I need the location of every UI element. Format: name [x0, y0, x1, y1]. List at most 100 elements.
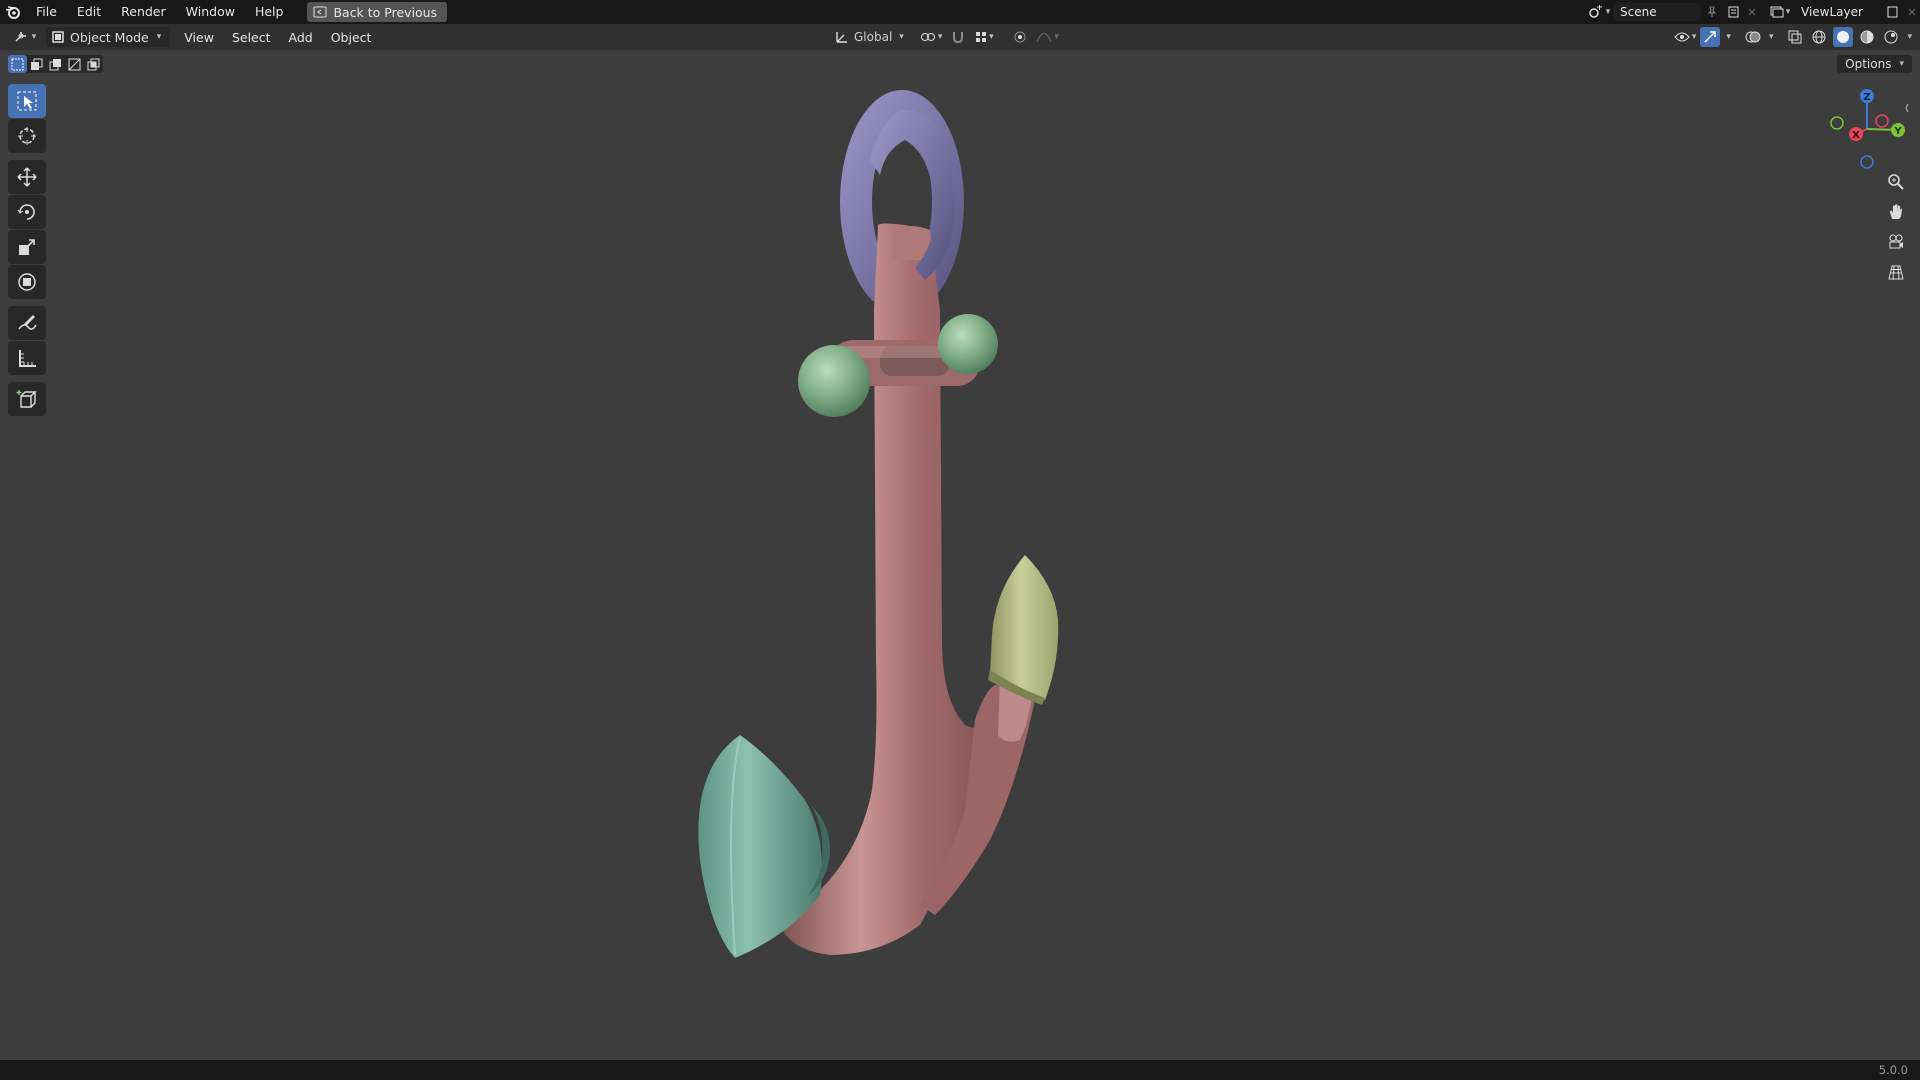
transform-icon: [18, 273, 36, 291]
orientation-icon: [836, 32, 847, 43]
cursor-icon: [18, 127, 36, 145]
shading-material[interactable]: [1857, 27, 1877, 47]
shading-wireframe[interactable]: [1809, 27, 1829, 47]
scene-field[interactable]: Scene: [1614, 3, 1701, 21]
back-icon: [313, 6, 327, 18]
scene-name: Scene: [1620, 5, 1657, 19]
wireframe-sphere-icon: [1812, 30, 1826, 44]
tool-rotate[interactable]: [8, 195, 46, 229]
object-mode-icon: [52, 31, 64, 43]
transform-controls: Global ▾ ▾ ▾ ▾: [835, 24, 1059, 50]
selection-mode-group: [8, 55, 103, 73]
menu-file[interactable]: File: [26, 0, 67, 24]
workspace-selectors: ▾ Scene ✕ ▾ ViewLayer ✕: [1584, 0, 1920, 24]
gizmo-neg-y[interactable]: [1830, 116, 1844, 130]
select-extend-icon: [31, 58, 43, 70]
mode-label: Object Mode: [70, 29, 149, 45]
options-label: Options: [1845, 57, 1892, 71]
overlays-dropdown-icon[interactable]: ▾: [1769, 32, 1774, 42]
shading-dropdown-icon[interactable]: ▾: [1907, 32, 1912, 42]
select-intersect-icon: [87, 58, 100, 70]
navigation-gizmo[interactable]: Z Y X: [1822, 84, 1912, 174]
shading-solid[interactable]: [1833, 27, 1854, 47]
scale-icon: [19, 239, 35, 255]
pin-icon[interactable]: [1701, 2, 1723, 22]
perspective-toggle-button[interactable]: [1882, 258, 1910, 286]
gizmo-neg-z[interactable]: [1860, 155, 1874, 169]
grid-icon: [1888, 265, 1904, 280]
pivot-point-dropdown[interactable]: ▾: [920, 27, 942, 47]
menu-edit[interactable]: Edit: [67, 0, 111, 24]
tool-select-box[interactable]: [8, 84, 46, 118]
zoom-icon: [1888, 174, 1904, 190]
scene-type-icon[interactable]: ▾: [1584, 2, 1614, 22]
proportional-edit-toggle[interactable]: [1010, 27, 1030, 47]
measure-icon: [19, 350, 36, 367]
snap-target-dropdown[interactable]: ▾: [974, 27, 994, 47]
zoom-button[interactable]: [1882, 168, 1910, 196]
rendered-sphere-icon: [1884, 30, 1898, 44]
version-label: 5.0.0: [1878, 1063, 1908, 1077]
select-new-mode[interactable]: [8, 55, 27, 73]
gizmo-icon: [1704, 31, 1717, 43]
options-dropdown[interactable]: Options ▾: [1837, 55, 1912, 73]
orientation-dropdown[interactable]: Global ▾: [835, 27, 904, 47]
orientation-label: Global: [854, 30, 893, 44]
falloff-icon: [1036, 33, 1052, 43]
view-layer-field[interactable]: ViewLayer: [1795, 3, 1882, 21]
xray-icon: [1788, 30, 1802, 44]
menu-select[interactable]: Select: [223, 30, 280, 45]
tool-measure[interactable]: [8, 341, 46, 375]
shading-rendered[interactable]: [1881, 27, 1901, 47]
material-sphere-icon: [1860, 30, 1874, 44]
new-view-layer-icon[interactable]: [1882, 2, 1904, 22]
select-intersect-mode[interactable]: [84, 55, 103, 73]
select-extend-mode[interactable]: [27, 55, 46, 73]
sidebar-toggle-icon[interactable]: [1905, 103, 1909, 113]
tool-annotate[interactable]: [8, 306, 46, 340]
menu-render[interactable]: Render: [111, 0, 176, 24]
viewport-display-controls: ▾ ▾ ▾ ▾: [1674, 24, 1912, 50]
camera-view-button[interactable]: [1882, 228, 1910, 256]
gizmo-dropdown-icon[interactable]: ▾: [1726, 32, 1731, 42]
gizmo-z-label: Z: [1863, 92, 1870, 103]
tool-add-cube[interactable]: [8, 382, 46, 416]
tool-cursor[interactable]: [8, 119, 46, 153]
tool-move[interactable]: [8, 160, 46, 194]
navigation-buttons: [1882, 168, 1912, 288]
solid-sphere-icon: [1837, 31, 1850, 43]
editor-type-icon[interactable]: ▾: [10, 27, 40, 47]
visibility-dropdown[interactable]: ▾: [1674, 27, 1696, 47]
snap-toggle[interactable]: [948, 27, 968, 47]
gizmo-neg-x[interactable]: [1875, 114, 1889, 128]
mode-dropdown[interactable]: Object Mode ▾: [46, 27, 170, 47]
back-to-previous-button[interactable]: Back to Previous: [307, 2, 448, 22]
proportional-edit-icon: [1014, 31, 1026, 43]
right-fluke[interactable]: [988, 555, 1059, 705]
delete-view-layer-icon[interactable]: ✕: [1904, 2, 1920, 22]
gizmo-toggle[interactable]: [1700, 27, 1721, 47]
viewport-header: ▾ Object Mode ▾ View Select Add Object G…: [0, 24, 1920, 50]
new-scene-icon[interactable]: [1723, 2, 1745, 22]
blender-logo-icon[interactable]: [0, 0, 26, 24]
tool-scale[interactable]: [8, 230, 46, 264]
menu-add[interactable]: Add: [280, 30, 322, 45]
viewport-3d[interactable]: [0, 0, 1920, 1080]
falloff-dropdown[interactable]: ▾: [1036, 27, 1059, 47]
view-layer-type-icon[interactable]: ▾: [1765, 2, 1795, 22]
select-box-icon: [17, 91, 37, 111]
select-invert-mode[interactable]: [65, 55, 84, 73]
menu-object[interactable]: Object: [322, 30, 381, 45]
eye-icon: [1674, 32, 1690, 42]
select-subtract-mode[interactable]: [46, 55, 65, 73]
menu-help[interactable]: Help: [245, 0, 294, 24]
overlays-toggle[interactable]: [1743, 27, 1763, 47]
menu-view[interactable]: View: [175, 30, 223, 45]
menu-window[interactable]: Window: [176, 0, 245, 24]
move-icon: [17, 167, 37, 187]
xray-toggle[interactable]: [1785, 27, 1805, 47]
pan-button[interactable]: [1882, 198, 1910, 226]
tool-transform[interactable]: [8, 265, 46, 299]
magnet-icon: [953, 32, 964, 44]
delete-scene-icon[interactable]: ✕: [1745, 2, 1759, 22]
